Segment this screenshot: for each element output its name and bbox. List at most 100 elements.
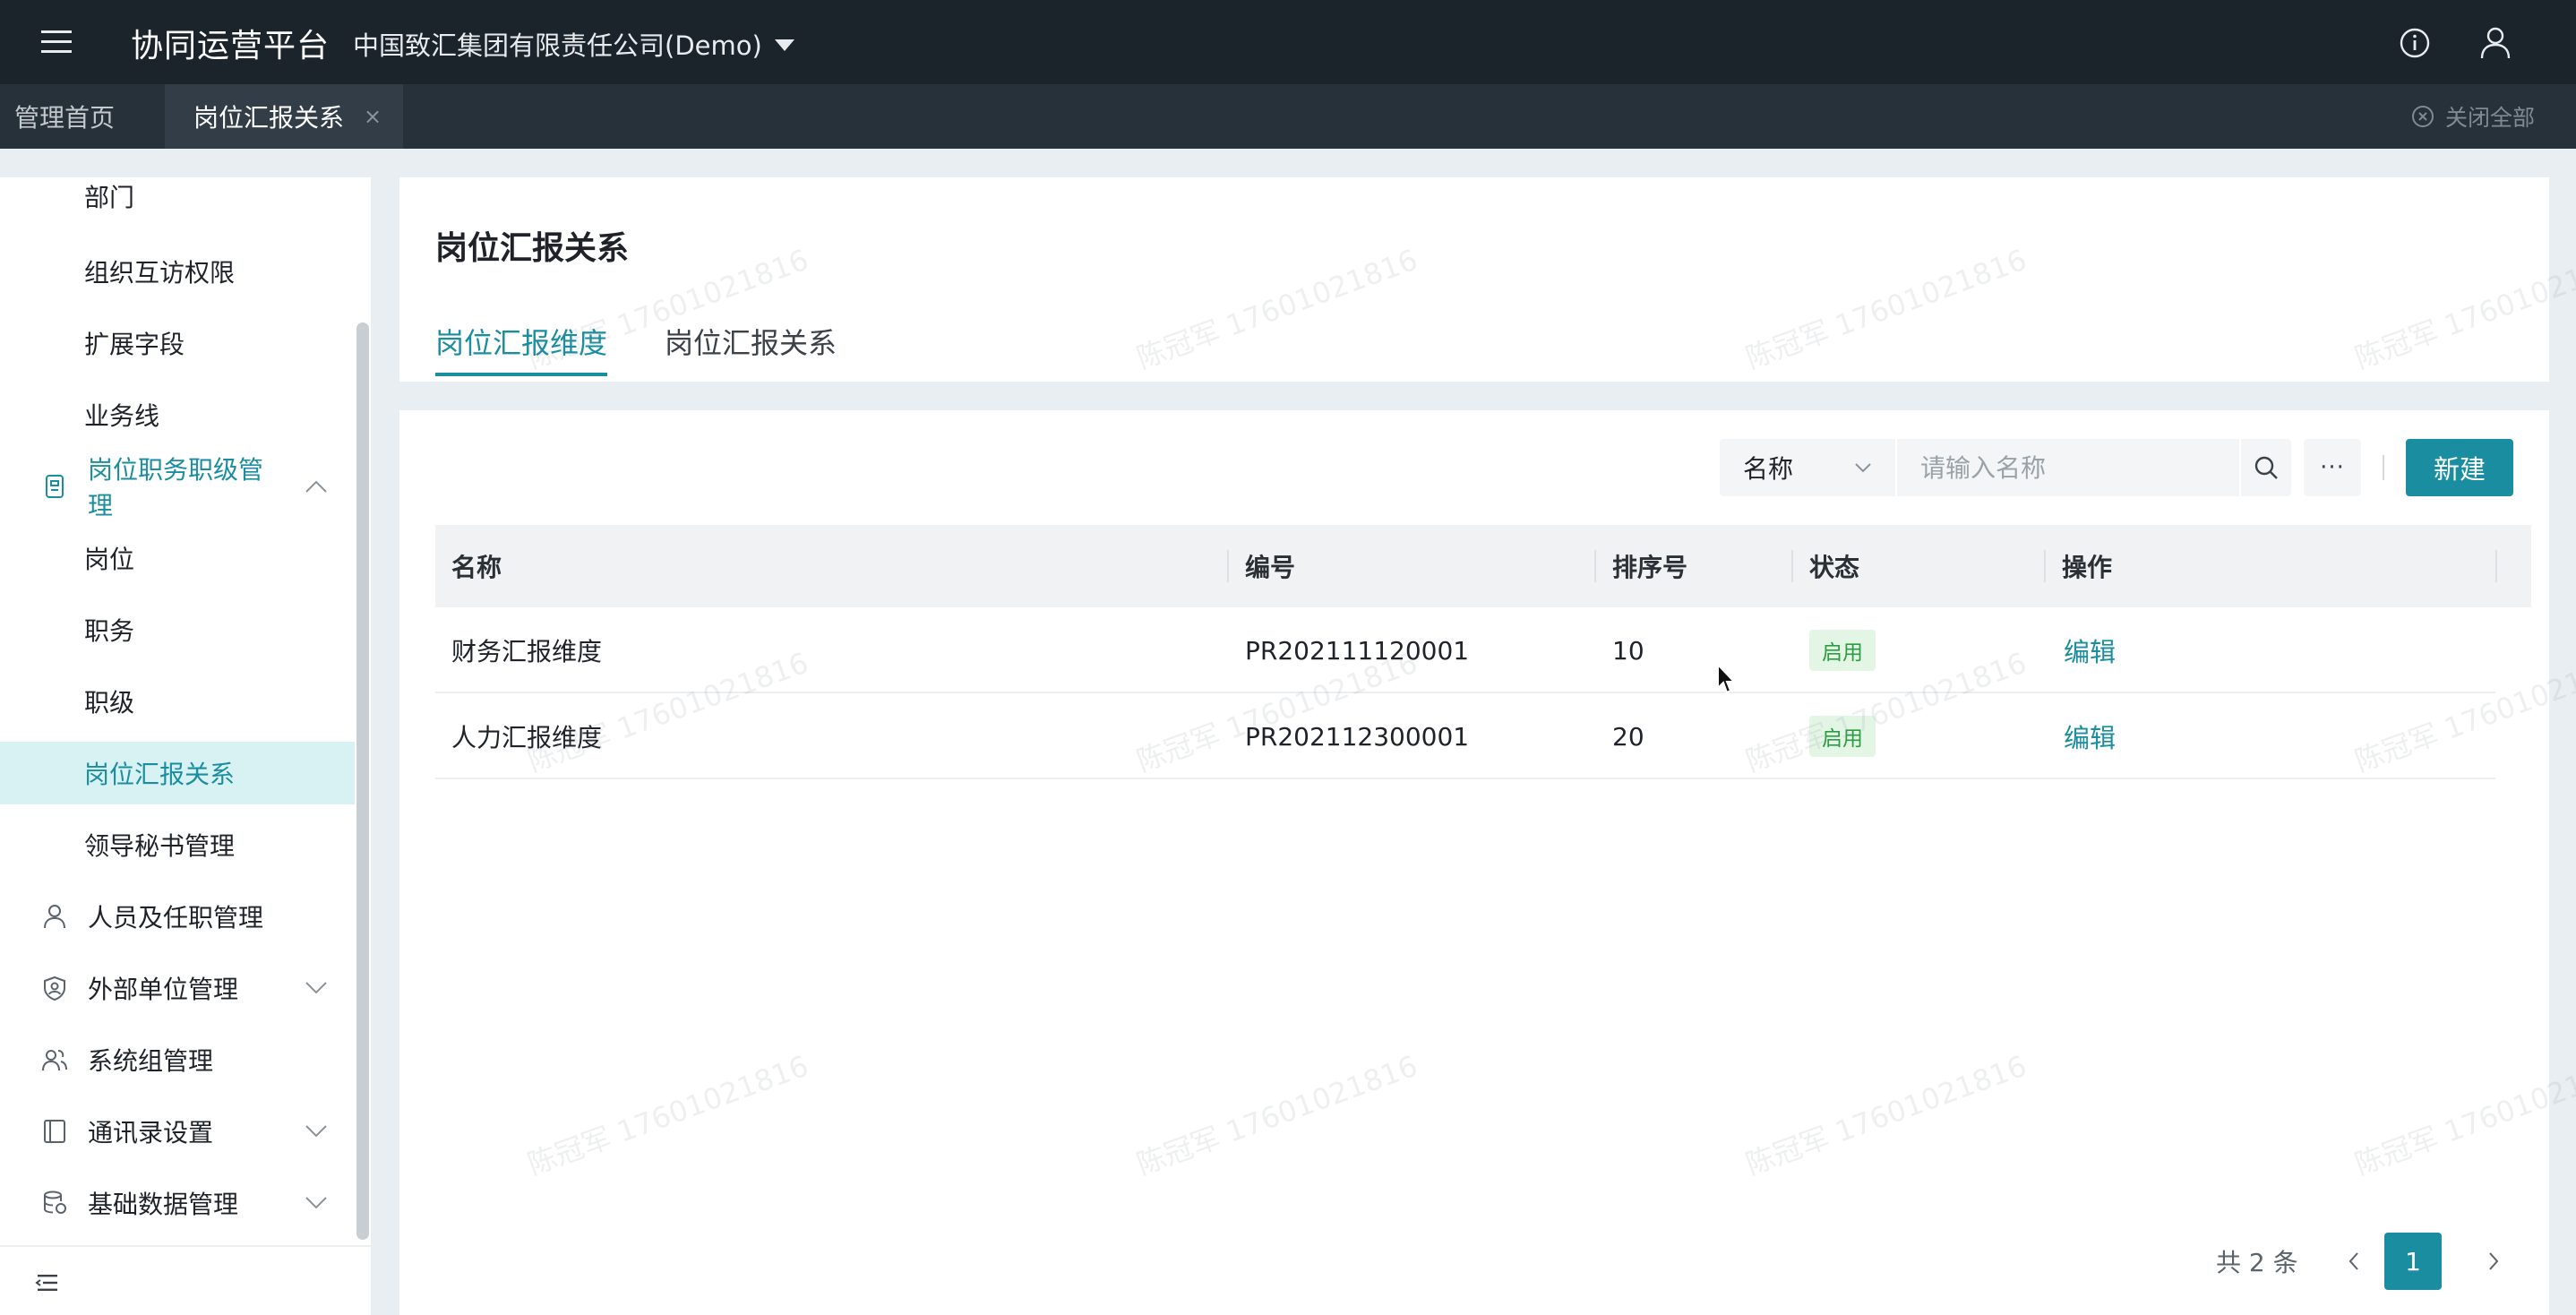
chevron-right-icon	[2489, 1252, 2499, 1270]
sidebar-item-org-access[interactable]: 组织互访权限	[0, 240, 355, 303]
sidebar-item-position-reporting[interactable]: 岗位汇报关系	[0, 742, 355, 804]
sidebar-item-label: 职级	[84, 688, 135, 718]
sidebar-group-base-data[interactable]: 基础数据管理	[0, 1172, 355, 1234]
info-icon[interactable]	[2399, 27, 2431, 59]
column-header-name: 名称	[451, 553, 502, 582]
tab-reporting-dimension[interactable]: 岗位汇报维度	[435, 321, 608, 376]
sidebar-item-leader-secretary[interactable]: 领导秘书管理	[0, 813, 355, 876]
more-options-button[interactable]: ···	[2304, 439, 2361, 496]
sidebar: 部门 组织互访权限 扩展字段 业务线 岗位职务职级管理 岗位 职务 职级 岗位汇…	[0, 177, 371, 1245]
tab-active-label: 岗位汇报关系	[193, 103, 345, 133]
sidebar-item-label: 部门	[84, 183, 135, 212]
pagination-next-button[interactable]	[2465, 1233, 2522, 1290]
tab-home-label: 管理首页	[13, 103, 115, 133]
table-card: 名称 ··· 新建 名称 编号 排序号 状态 操作 财务汇报维度 PR20211…	[399, 410, 2549, 1315]
cell-action: 编辑	[2064, 607, 2116, 693]
page-title: 岗位汇报关系	[435, 230, 630, 267]
tab-reporting-relation[interactable]: 岗位汇报关系	[665, 321, 837, 373]
status-badge: 启用	[1809, 630, 1876, 671]
sidebar-item-label: 扩展字段	[84, 330, 185, 359]
database-icon	[44, 1190, 66, 1214]
sidebar-item-label: 岗位	[84, 545, 135, 574]
close-all-button[interactable]: 关闭全部	[2411, 84, 2535, 149]
pagination-prev-button[interactable]	[2325, 1233, 2383, 1290]
mouse-cursor-icon	[1717, 663, 1736, 694]
cell-name: 人力汇报维度	[451, 723, 603, 752]
column-divider	[1227, 550, 1229, 582]
table-row[interactable]: 人力汇报维度 PR202112300001 20 启用 编辑	[435, 693, 2495, 779]
cell-code: PR202112300001	[1245, 721, 1470, 752]
tab-position-reporting[interactable]: 岗位汇报关系 ×	[165, 84, 403, 149]
hamburger-menu-icon[interactable]	[41, 28, 73, 56]
sidebar-item-position[interactable]: 岗位	[0, 527, 355, 589]
top-bar: 协同运营平台 中国致汇集团有限责任公司(Demo)	[0, 0, 2576, 84]
sidebar-item-extended-fields[interactable]: 扩展字段	[0, 312, 355, 374]
sidebar-item-label: 领导秘书管理	[84, 831, 236, 861]
search-input[interactable]	[1897, 439, 2239, 496]
edit-link[interactable]: 编辑	[2064, 718, 2116, 755]
tab-home[interactable]: 管理首页	[0, 84, 129, 149]
caret-down-icon	[774, 39, 794, 51]
sidebar-item-label: 人员及任职管理	[88, 903, 264, 933]
pagination-page-1[interactable]: 1	[2384, 1233, 2442, 1290]
sidebar-item-label: 岗位职务职级管理	[88, 455, 264, 520]
sidebar-item-department[interactable]: 部门	[0, 177, 355, 228]
chevron-left-icon	[2348, 1252, 2358, 1270]
status-badge: 启用	[1809, 716, 1876, 757]
search-field-select[interactable]: 名称	[1720, 439, 1895, 496]
sidebar-item-label: 基础数据管理	[88, 1190, 239, 1219]
tab-strip: 管理首页 岗位汇报关系 × 关闭全部	[0, 84, 2576, 149]
cell-name: 财务汇报维度	[451, 637, 603, 666]
column-divider	[2495, 550, 2497, 582]
sidebar-item-label: 岗位汇报关系	[84, 760, 236, 789]
edit-link[interactable]: 编辑	[2064, 632, 2116, 669]
cell-order: 10	[1612, 635, 1644, 666]
column-header-order: 排序号	[1612, 553, 1688, 582]
app-title: 协同运营平台	[131, 28, 331, 64]
badge-icon	[46, 475, 64, 498]
chevron-down-icon	[305, 1125, 327, 1138]
shield-user-icon	[44, 976, 65, 1001]
company-name: 中国致汇集团有限责任公司(Demo)	[353, 30, 762, 61]
column-header-code: 编号	[1245, 553, 1296, 582]
cell-order: 20	[1612, 721, 1644, 752]
users-icon	[42, 1050, 67, 1071]
tab-close-icon[interactable]: ×	[364, 104, 382, 129]
column-divider	[2044, 550, 2046, 582]
chevron-down-icon	[305, 982, 327, 994]
search-icon	[2254, 456, 2278, 479]
sidebar-group-system-groups[interactable]: 系统组管理	[0, 1028, 355, 1091]
sidebar-group-directory-settings[interactable]: 通讯录设置	[0, 1100, 355, 1163]
new-button[interactable]: 新建	[2406, 439, 2513, 496]
sidebar-item-business-line[interactable]: 业务线	[0, 383, 355, 446]
table-header: 名称 编号 排序号 状态 操作	[435, 525, 2531, 607]
column-divider	[1791, 550, 1793, 582]
page-header: 岗位汇报关系 岗位汇报维度 岗位汇报关系	[399, 177, 2549, 382]
column-divider	[1594, 550, 1596, 582]
collapse-sidebar-icon[interactable]	[34, 1272, 59, 1294]
chevron-up-icon	[305, 480, 327, 493]
chevron-down-icon	[305, 1197, 327, 1209]
user-icon[interactable]	[2479, 26, 2512, 60]
sidebar-item-label: 业务线	[84, 401, 160, 431]
cell-status: 启用	[1809, 693, 1876, 779]
toolbar-divider	[2383, 455, 2384, 480]
close-all-label: 关闭全部	[2444, 105, 2535, 131]
search-button[interactable]	[2239, 439, 2291, 496]
column-header-action: 操作	[2062, 553, 2113, 582]
sidebar-item-duty[interactable]: 职务	[0, 598, 355, 661]
cell-action: 编辑	[2064, 693, 2116, 779]
sidebar-group-position-rank[interactable]: 岗位职务职级管理	[0, 455, 355, 520]
company-switcher[interactable]: 中国致汇集团有限责任公司(Demo)	[353, 25, 794, 63]
sidebar-scrollbar[interactable]	[356, 322, 369, 1240]
table-row[interactable]: 财务汇报维度 PR202111120001 10 启用 编辑	[435, 607, 2495, 693]
sidebar-group-external-units[interactable]: 外部单位管理	[0, 957, 355, 1019]
chevron-down-icon	[1855, 463, 1871, 473]
sidebar-item-rank[interactable]: 职级	[0, 670, 355, 733]
sidebar-footer	[0, 1245, 371, 1315]
search-field-value: 名称	[1743, 454, 1794, 484]
person-icon	[44, 905, 65, 929]
sidebar-group-personnel[interactable]: 人员及任职管理	[0, 885, 355, 948]
close-circle-icon	[2411, 106, 2434, 127]
column-header-status: 状态	[1809, 553, 1860, 582]
